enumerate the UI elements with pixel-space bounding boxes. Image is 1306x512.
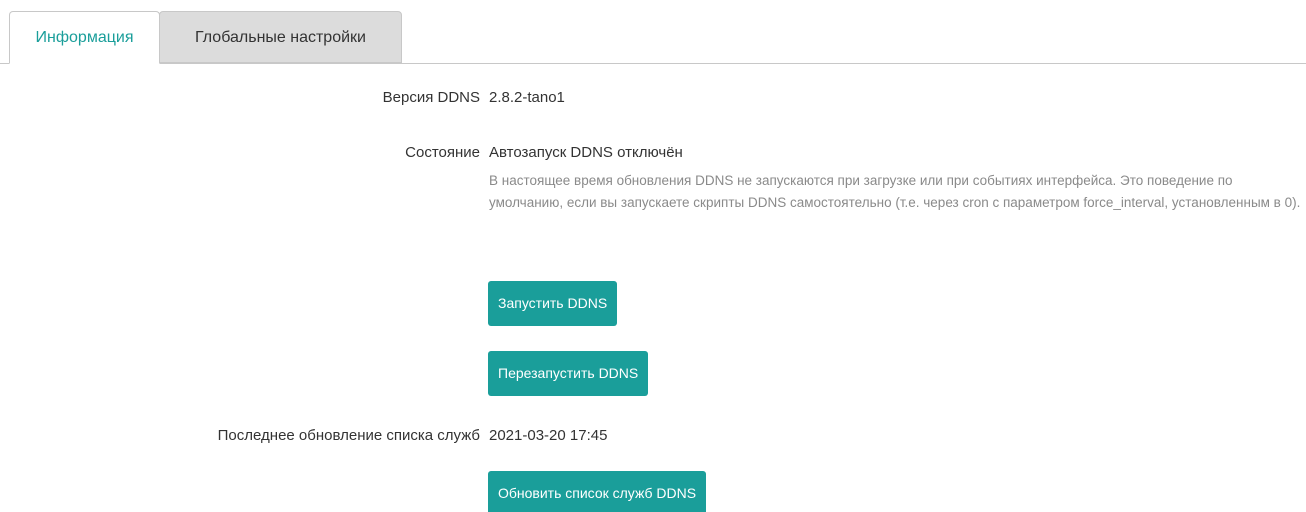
state-label: Состояние (405, 144, 480, 161)
last-update-value: 2021-03-20 17:45 (489, 427, 608, 444)
last-update-label: Последнее обновление списка служб (217, 427, 480, 444)
version-label: Версия DDNS (382, 89, 480, 106)
version-value: 2.8.2-tano1 (489, 89, 565, 106)
start-ddns-button[interactable]: Запустить DDNS (488, 281, 618, 326)
ddns-page: Информация Глобальные настройки Версия D… (0, 0, 1306, 512)
tab-global-settings[interactable]: Глобальные настройки (159, 11, 402, 63)
update-services-button[interactable]: Обновить список служб DDNS (488, 471, 707, 512)
state-value: Автозапуск DDNS отключён (489, 144, 683, 161)
tab-bar: Информация Глобальные настройки (0, 0, 1306, 64)
state-description: В настоящее время обновления DDNS не зап… (489, 173, 1301, 210)
tab-information[interactable]: Информация (9, 11, 160, 64)
restart-ddns-button[interactable]: Перезапустить DDNS (488, 351, 649, 396)
